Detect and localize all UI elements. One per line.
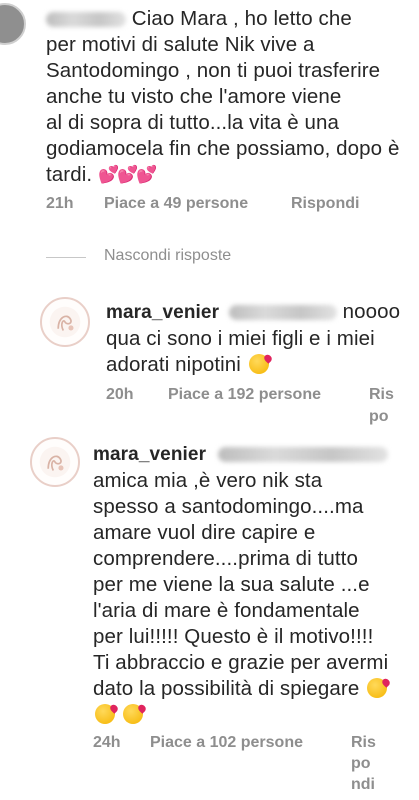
comment-1-reply-button[interactable]: Rispondi (291, 195, 359, 213)
comment-1-line-2: per motivi di salute Nik vive a (46, 33, 315, 56)
comment-1-line-6: godiamocela fin che possiamo, dopo è (46, 137, 400, 160)
reply-1-reply-button-part-1[interactable]: Ris (369, 386, 394, 404)
reply-2-line-11 (93, 702, 418, 728)
reply-1-username[interactable]: mara_venier (106, 302, 219, 323)
blurred-username (46, 12, 126, 28)
blurred-mention (217, 447, 388, 463)
comment-1-line-5: al di sopra di tutto...la vita è una (46, 111, 340, 134)
reply-2-reply-button-part-3[interactable]: ndi (351, 776, 375, 794)
reply-2-time: 24h (93, 734, 121, 751)
avatar-icon (39, 446, 71, 478)
reply-2-username[interactable]: mara_venier (93, 444, 206, 465)
reply-2-line-5: comprendere....prima di tutto (93, 547, 358, 570)
replies-divider (46, 257, 86, 258)
reply-2-line-2: amica mia ,è vero nik sta (93, 469, 323, 492)
reply-1-time: 20h (106, 386, 134, 403)
reply-1-line-1: mara_venier noooo (106, 300, 401, 323)
reply-2-line-9: Ti abbraccio e grazie per avermi (93, 651, 389, 674)
avatar-icon (49, 306, 81, 338)
comment-1-line-3: Santodomingo , non ti puoi trasferire (46, 59, 381, 82)
blushing-kiss-emoji-icon (367, 678, 388, 698)
comment-1-time: 21h (46, 195, 74, 212)
reply-2-line-6: per me viene la sua salute ...e (93, 573, 370, 596)
reply-2-line-8: per lui!!!!! Questo è il motivo!!!! (93, 625, 374, 648)
reply-2-body: mara_venier amica mia ,è vero nik sta sp… (93, 441, 418, 728)
reply-1-body: mara_venier noooo qua ci sono i miei fig… (106, 299, 418, 378)
reply-2-line-7: l'aria di mare è fondamentale (93, 599, 360, 622)
reply-2-line-3: spesso a santodomingo....ma (93, 495, 364, 518)
reply-1-line-2: qua ci sono i miei figli e i miei (106, 327, 375, 350)
reply-2-reply-button-part-1[interactable]: Ris (351, 734, 376, 752)
reply-2-likes[interactable]: Piace a 102 persone (150, 734, 303, 752)
reply-2-line-4: amare vuol dire capire e (93, 521, 316, 544)
comment-1-body: Ciao Mara , ho letto che per motivi di s… (46, 6, 416, 188)
reply-1-likes[interactable]: Piace a 192 persone (168, 386, 321, 404)
blushing-kiss-emoji-icon (95, 704, 115, 724)
blurred-mention (228, 305, 337, 321)
pink-hearts-icon: 💕💕💕 (97, 165, 157, 184)
comment-1-line-7: tardi. 💕💕💕 (46, 163, 157, 186)
reply-2-line-1: mara_venier (93, 441, 418, 468)
blushing-kiss-emoji-icon (122, 704, 143, 724)
reply-2-avatar[interactable] (30, 437, 80, 487)
comment-1-line-4: anche tu visto che l'amore viene (46, 85, 342, 108)
reply-1-line-3: adorati nipotini (106, 352, 418, 378)
blushing-kiss-emoji-icon (248, 354, 269, 374)
reply-1-avatar[interactable] (40, 297, 90, 347)
commenter-avatar[interactable] (0, 3, 26, 45)
reply-1-reply-button-part-2[interactable]: po (369, 408, 389, 426)
hide-replies-button[interactable]: Nascondi risposte (104, 247, 231, 265)
comment-1-likes[interactable]: Piace a 49 persone (104, 195, 248, 213)
reply-2-reply-button-part-2[interactable]: po (351, 755, 371, 773)
reply-2-line-10: dato la possibilità di spiegare (93, 676, 418, 702)
comment-1-line-1: Ciao Mara , ho letto che (46, 6, 416, 32)
